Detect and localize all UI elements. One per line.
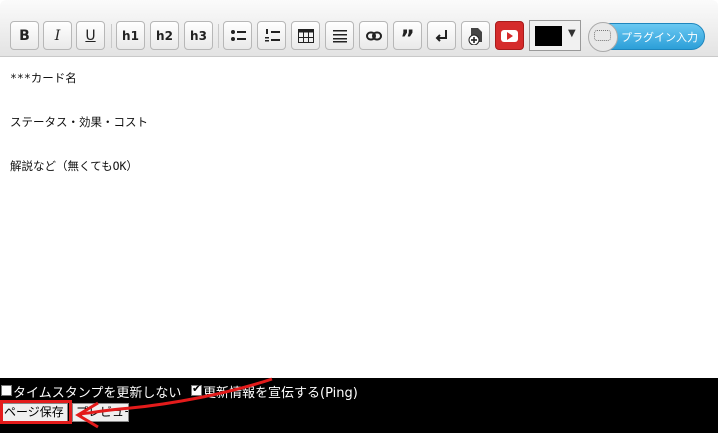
preview-button[interactable]: プレビュー [72, 403, 129, 422]
toolbar-separator [111, 24, 112, 48]
link-icon [365, 31, 382, 40]
heading2-button[interactable]: h2 [150, 21, 179, 50]
plugin-input-button[interactable]: プラグイン入力 [588, 22, 705, 52]
toolbar-separator [218, 24, 219, 48]
quote-button[interactable]: ” [393, 21, 422, 50]
editor-line: ステータス・効果・コスト [10, 115, 148, 129]
numbered-list-button[interactable] [257, 21, 286, 50]
youtube-icon [501, 29, 518, 42]
plugin-speech-icon [588, 22, 618, 52]
editor-toolbar: B I U h1 h2 h3 ” ▼ プラグイン入力 [0, 0, 718, 57]
save-controls: タイムスタンプを更新しない 更新情報を宣伝する(Ping) ページ保存 プレビュ… [0, 381, 718, 433]
plugin-input-label: プラグイン入力 [621, 30, 698, 44]
editor-line: ***カード名 [10, 71, 77, 85]
return-icon [435, 29, 447, 42]
table-icon [297, 28, 314, 43]
numbered-list-icon [264, 28, 280, 41]
table-button[interactable] [291, 21, 320, 50]
horizontal-rule-button[interactable] [325, 21, 354, 50]
ping-checkbox[interactable] [191, 382, 202, 396]
timestamp-checkbox[interactable] [1, 385, 12, 396]
bold-button[interactable]: B [10, 21, 39, 50]
horizontal-rule-icon [332, 29, 347, 42]
editor-text-area[interactable]: ***カード名 ステータス・効果・コスト 解説など（無くてもOK） [10, 67, 700, 177]
italic-button[interactable]: I [43, 21, 72, 50]
line-break-button[interactable] [427, 21, 456, 50]
link-button[interactable] [359, 21, 388, 50]
insert-image-button[interactable] [461, 21, 490, 50]
heading1-button[interactable]: h1 [116, 21, 145, 50]
bullet-list-icon [230, 29, 246, 41]
timestamp-label: タイムスタンプを更新しない [13, 386, 182, 401]
highlight-box [0, 400, 72, 424]
quote-icon: ” [400, 26, 415, 52]
dropdown-arrow-icon: ▼ [568, 28, 576, 39]
color-swatch [535, 26, 562, 46]
editor-panel: B I U h1 h2 h3 ” ▼ プラグイン入力 ***カード名 ステータス… [0, 0, 718, 378]
ping-label: 更新情報を宣伝する(Ping) [203, 386, 358, 401]
underline-button[interactable]: U [76, 21, 105, 50]
heading3-button[interactable]: h3 [184, 21, 213, 50]
youtube-button[interactable] [495, 21, 524, 50]
text-color-picker[interactable]: ▼ [529, 20, 581, 51]
bullet-list-button[interactable] [223, 21, 252, 50]
add-image-icon [468, 27, 482, 45]
editor-line: 解説など（無くてもOK） [10, 159, 138, 173]
